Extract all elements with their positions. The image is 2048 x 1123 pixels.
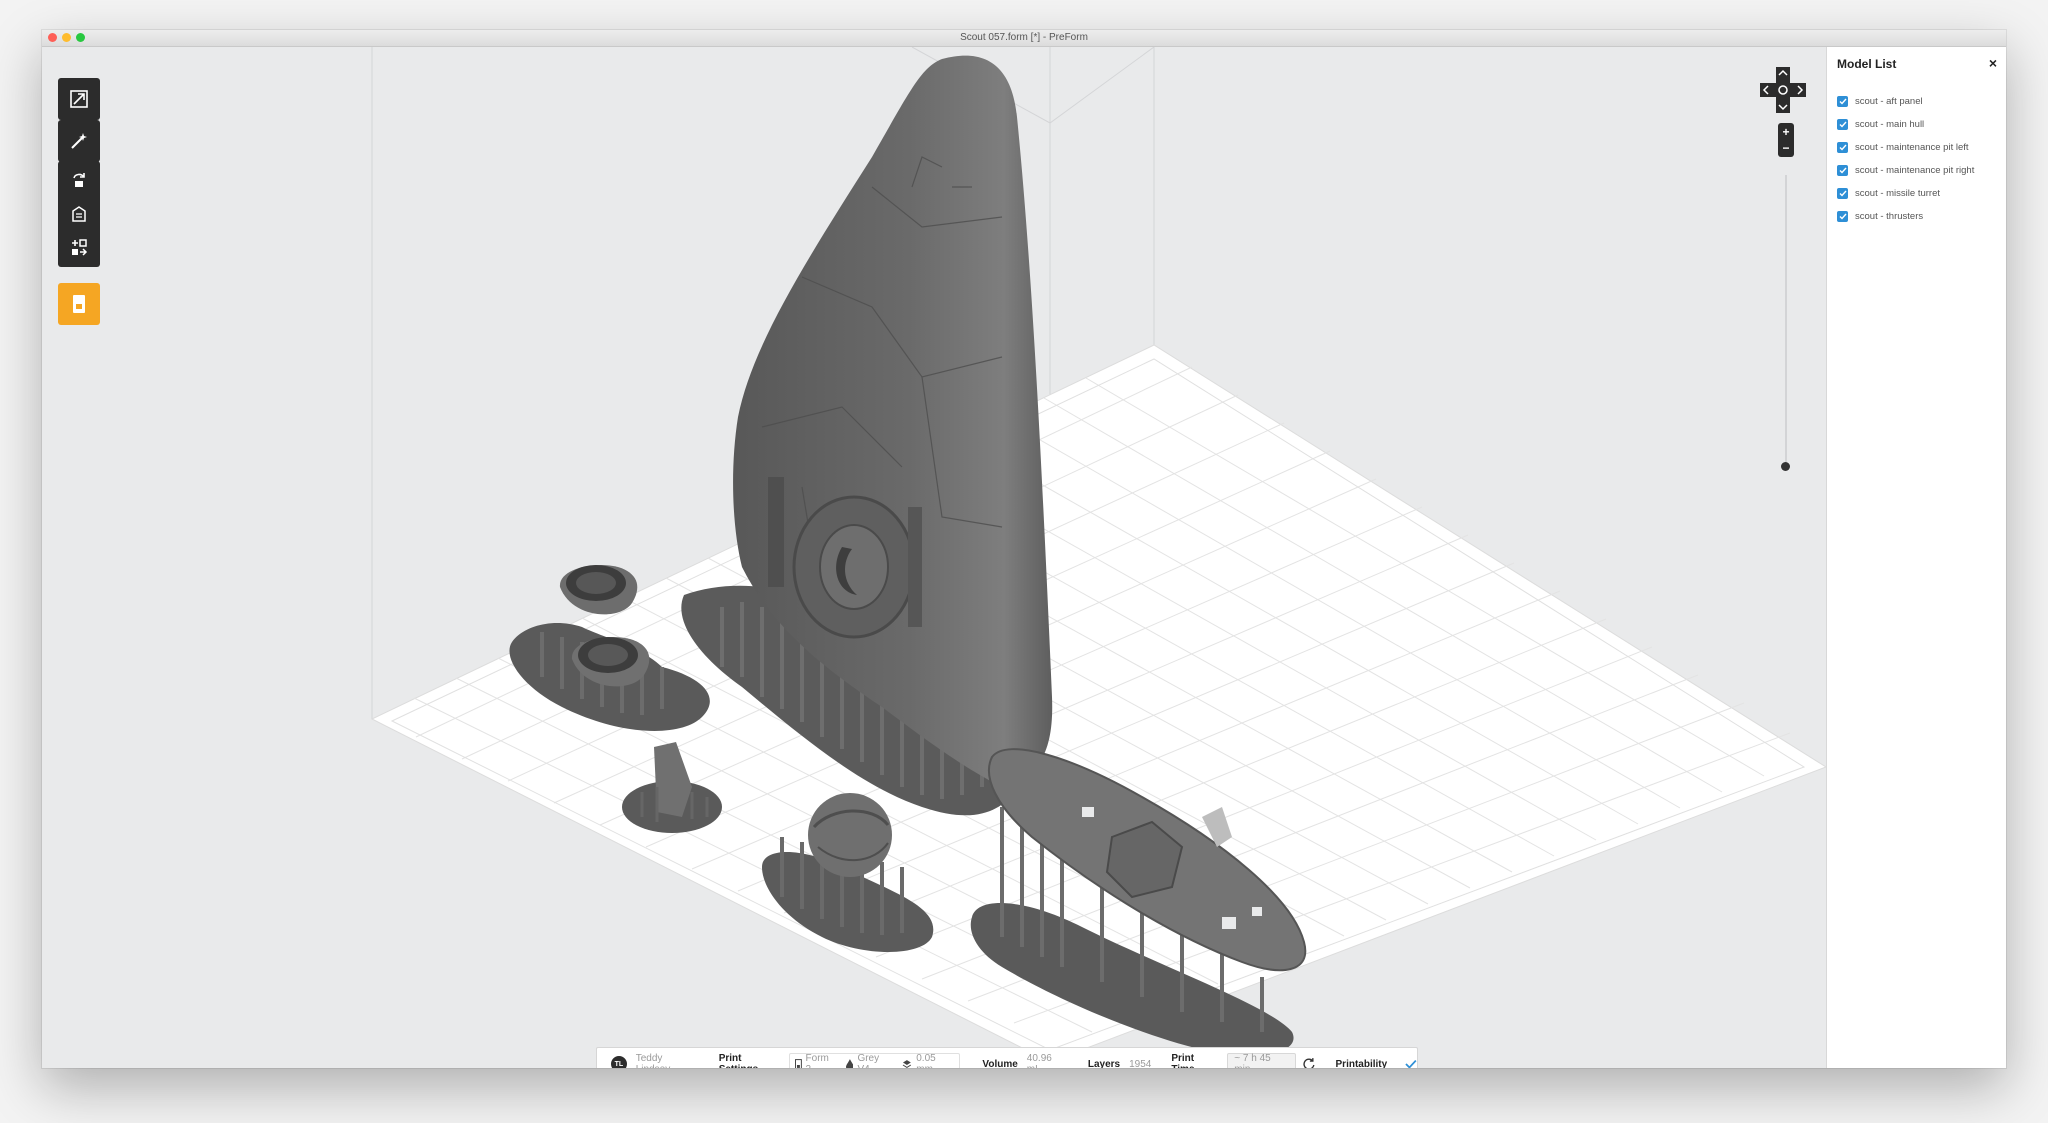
layers-icon: [903, 1060, 912, 1068]
model-name: scout - thrusters: [1855, 210, 1924, 222]
checkmark-icon: [1405, 1059, 1417, 1068]
user-name[interactable]: Teddy Lindsey: [636, 1053, 699, 1068]
refresh-icon[interactable]: [1302, 1057, 1316, 1068]
print-job-icon: [73, 295, 85, 313]
model-name: scout - main hull: [1855, 118, 1925, 130]
model-name: scout - missile turret: [1855, 187, 1940, 199]
fit-view-icon: [70, 90, 88, 108]
status-bar: TL Teddy Lindsey Print Settings Form 2 G…: [596, 1047, 1418, 1068]
print-time-field[interactable]: ~ 7 h 45 min: [1227, 1053, 1296, 1068]
model-list-item[interactable]: scout - aft panel: [1837, 94, 1923, 108]
layers-label: Layers: [1087, 1058, 1121, 1069]
layout-icon: [72, 206, 86, 222]
printer-name: Form 2: [805, 1053, 829, 1068]
window-title: Scout 057.form [*] - PreForm: [960, 32, 1088, 43]
model-list-title: Model List: [1837, 57, 1897, 71]
print-time-label: Print Time: [1171, 1053, 1195, 1068]
volume-label: Volume: [982, 1058, 1018, 1069]
layer-slider-handle[interactable]: [1781, 462, 1790, 471]
layer-height: 0.05 mm: [916, 1053, 936, 1068]
model-checkbox[interactable]: [1837, 187, 1848, 199]
zoom-in-button[interactable]: +: [1778, 125, 1794, 139]
model-checkbox[interactable]: [1837, 141, 1848, 153]
model-checkbox[interactable]: [1837, 95, 1848, 107]
model-checkbox[interactable]: [1837, 118, 1848, 130]
material-name: Grey V4: [857, 1053, 880, 1068]
layout-button[interactable]: [58, 197, 100, 231]
layers-value: 1954: [1129, 1058, 1152, 1069]
model-list-item[interactable]: scout - missile turret: [1837, 186, 1940, 200]
printability-label[interactable]: Printability: [1336, 1059, 1388, 1069]
model-list-item[interactable]: scout - thrusters: [1837, 209, 1923, 223]
duplicate-icon: [72, 239, 88, 256]
avatar[interactable]: TL: [611, 1056, 627, 1068]
print-time-value: ~ 7 h 45 min: [1234, 1053, 1271, 1068]
volume-value: 40.96 mL: [1026, 1053, 1052, 1068]
model-list-panel: Model List × scout - aft panel scout - m…: [1826, 47, 2006, 1068]
zoom-control: + −: [1778, 123, 1794, 157]
model-name: scout - aft panel: [1855, 95, 1923, 107]
model-list-item[interactable]: scout - maintenance pit right: [1837, 163, 1974, 177]
close-icon[interactable]: ×: [1989, 56, 1997, 70]
duplicate-button[interactable]: [58, 231, 100, 265]
model-list-item[interactable]: scout - maintenance pit left: [1837, 140, 1969, 154]
build-scene: [370, 47, 1826, 1068]
3d-viewport[interactable]: + − TL Teddy Lindsey Print Settings Form…: [42, 47, 1826, 1068]
resin-drop-icon: [845, 1058, 854, 1068]
print-settings-summary[interactable]: Form 2 Grey V4 0.05 mm: [788, 1053, 961, 1068]
model-checkbox[interactable]: [1837, 210, 1848, 222]
magic-wand-button[interactable]: [58, 120, 100, 162]
rotate-model-button[interactable]: [58, 163, 100, 197]
fit-view-button[interactable]: [58, 78, 100, 120]
title-bar: Scout 057.form [*] - PreForm: [42, 30, 2006, 47]
layer-slider-track[interactable]: [1785, 175, 1787, 465]
model-tools-group: [58, 161, 100, 267]
magic-wand-icon: [71, 133, 87, 149]
preform-window: Scout 057.form [*] - PreForm + − TL Tedd…: [42, 30, 2006, 1068]
rotate-model-icon: [73, 173, 85, 187]
model-checkbox[interactable]: [1837, 164, 1848, 176]
printer-icon: [794, 1058, 802, 1068]
model-list-item[interactable]: scout - main hull: [1837, 117, 1924, 131]
print-settings-label[interactable]: Print Settings: [719, 1053, 783, 1068]
model-name: scout - maintenance pit left: [1855, 141, 1969, 153]
zoom-out-button[interactable]: −: [1778, 141, 1794, 155]
model-name: scout - maintenance pit right: [1855, 164, 1975, 176]
view-navigation-pad[interactable]: [1758, 65, 1808, 115]
print-job-button[interactable]: [58, 283, 100, 325]
